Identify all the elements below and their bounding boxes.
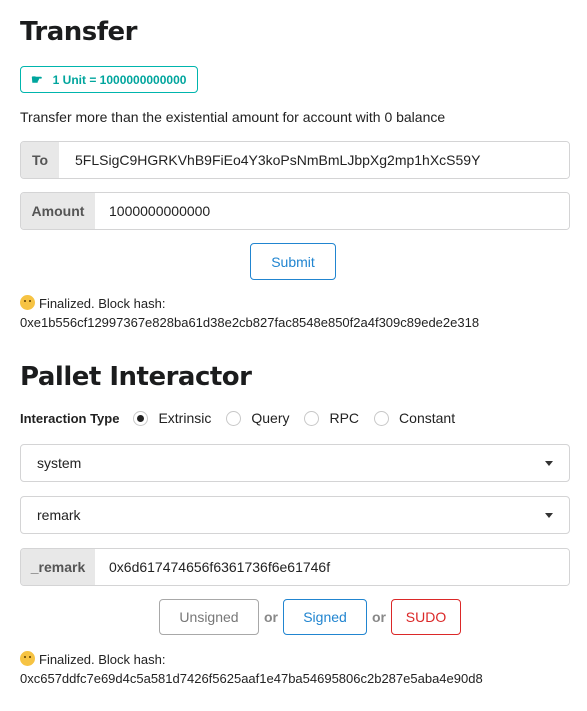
interaction-type-label: Interaction Type [20,410,120,426]
transfer-status: Finalized. Block hash: 0xe1b556cf1299736… [20,294,479,332]
pallet-select-value: system [37,455,82,471]
amount-field[interactable]: Amount 1000000000000 [20,192,570,230]
unit-badge-text: 1 Unit = 1000000000000 [52,72,187,87]
sign-button-group: Unsigned or Signed or SUDO [159,599,461,635]
pallet-select[interactable]: system [20,444,570,482]
unit-badge: ☛ 1 Unit = 1000000000000 [20,66,198,93]
interaction-type-row: Interaction Type Extrinsic Query RPC Con… [20,410,470,426]
radio-icon[interactable] [374,410,390,426]
remark-field[interactable]: _remark 0x6d617474656f6361736f6e61746f [20,548,570,586]
radio-query[interactable]: Query [226,410,289,426]
sudo-button[interactable]: SUDO [391,599,461,635]
radio-icon-selected[interactable] [133,410,149,426]
callable-select[interactable]: remark [20,496,570,534]
signed-button[interactable]: Signed [283,599,367,635]
pallet-status: Finalized. Block hash: 0xc657ddfc7e69d4c… [20,650,483,688]
pallet-status-hash: 0xc657ddfc7e69d4c5a581d7426f5625aaf1e47b… [20,671,483,686]
caret-down-icon[interactable] [545,460,553,466]
radio-icon[interactable] [226,410,242,426]
transfer-status-hash: 0xe1b556cf12997367e828ba61d38e2cb827fac8… [20,315,480,330]
radio-rpc[interactable]: RPC [304,410,359,426]
transfer-title: Transfer [20,17,138,47]
radio-extrinsic[interactable]: Extrinsic [133,410,211,426]
to-field[interactable]: To 5FLSigC9HGRKVhB9FiEo4Y3koPsNmBmLJbpXg… [20,141,570,179]
radio-icon[interactable] [304,410,320,426]
smiley-emoji-icon [20,295,35,310]
submit-button[interactable]: Submit [250,243,336,280]
amount-input[interactable]: 1000000000000 [95,193,569,229]
radio-constant[interactable]: Constant [374,410,455,426]
pallet-title: Pallet Interactor [20,362,252,392]
or-separator: or [264,609,278,625]
transfer-description: Transfer more than the existential amoun… [20,109,446,125]
to-label: To [21,142,59,178]
to-input[interactable]: 5FLSigC9HGRKVhB9FiEo4Y3koPsNmBmLJbpXg2mp… [59,142,569,178]
pallet-status-line: Finalized. Block hash: [39,652,166,667]
amount-label: Amount [21,193,95,229]
unsigned-button[interactable]: Unsigned [159,599,259,635]
remark-input[interactable]: 0x6d617474656f6361736f6e61746f [95,549,569,585]
callable-select-value: remark [37,507,81,523]
remark-label: _remark [21,549,95,585]
transfer-status-line: Finalized. Block hash: [39,296,166,311]
smiley-emoji-icon [20,651,35,666]
hand-pointing-icon: ☛ [31,71,43,87]
or-separator: or [372,609,386,625]
caret-down-icon[interactable] [545,512,553,518]
